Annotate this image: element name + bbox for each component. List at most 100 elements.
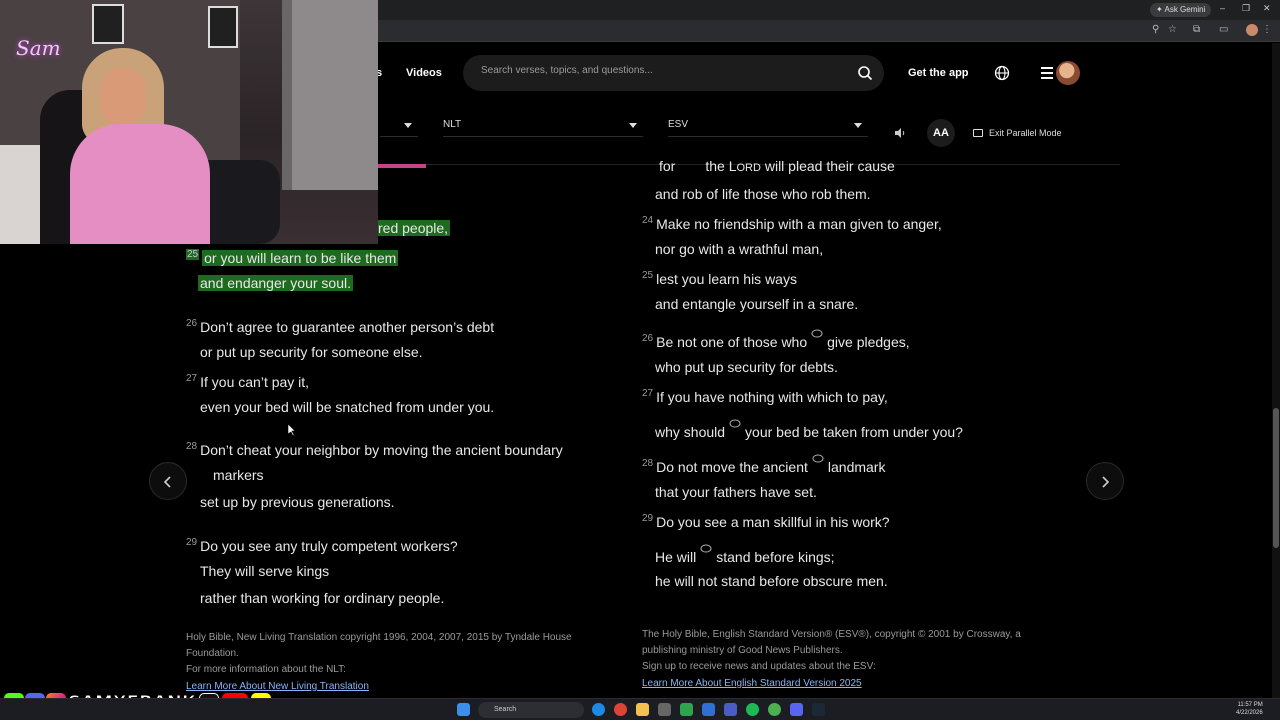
nlt-v28-line1b: markers: [213, 467, 264, 483]
file-explorer-icon[interactable]: [636, 703, 649, 716]
user-avatar[interactable]: [1056, 61, 1080, 85]
minimize-icon[interactable]: –: [1220, 3, 1225, 13]
nlt-v25-line2: and endanger your soul.: [198, 275, 353, 291]
esv-v29-line3: he will not stand before obscure men.: [655, 573, 888, 589]
get-app-button[interactable]: Get the app: [908, 67, 969, 79]
next-chapter-button[interactable]: [1086, 462, 1124, 500]
hamburger-menu-icon[interactable]: [1041, 67, 1053, 79]
speaker-icon[interactable]: [894, 127, 906, 139]
nlt-learn-more-link[interactable]: Learn More About New Living Translation: [186, 681, 369, 692]
nlt-v26-line1: 26 Don’t agree to guarantee another perso…: [186, 318, 495, 335]
nlt-v28-line1: 28 Don’t cheat your neighbor by moving th…: [186, 441, 563, 458]
clock-date: 4/22/2026: [1236, 710, 1263, 716]
translation-select-right[interactable]: ESV: [668, 119, 868, 137]
edge-icon[interactable]: [592, 703, 605, 716]
windows-taskbar: Search 11:57 PM 4/22/2026: [0, 698, 1280, 720]
translation-left-label: NLT: [443, 119, 462, 130]
cam-hoodie: [70, 124, 210, 244]
nlt-v29-line1: 29 Do you see any truly competent workers…: [186, 537, 458, 554]
esv-v29-line2: He will stand before kings;: [655, 544, 835, 567]
menu-kebab-icon[interactable]: ⋮: [1262, 24, 1272, 35]
esv-learn-more-link[interactable]: Learn More About English Standard Versio…: [642, 678, 862, 689]
app-icon[interactable]: [724, 703, 737, 716]
ask-gemini-label: Ask Gemini: [1164, 5, 1206, 14]
chevron-down-icon: [404, 123, 412, 128]
spotify-icon[interactable]: [746, 703, 759, 716]
sidepanel-icon[interactable]: ▭: [1219, 24, 1228, 35]
esv-v23-line1: for the LORD will plead their cause: [659, 158, 895, 174]
previous-chapter-button[interactable]: [149, 462, 187, 500]
clock-time: 11:57 PM: [1237, 702, 1263, 708]
bookmark-star-icon[interactable]: ☆: [1168, 24, 1177, 35]
windows-start-icon[interactable]: [457, 703, 470, 716]
translation-right-label: ESV: [668, 119, 689, 130]
esv-v25-line1: 25 lest you learn his ways: [642, 270, 797, 287]
esv-v27-line1: 27 If you have nothing with which to pay,: [642, 388, 888, 405]
esv-v26-line1: 26 Be not one of those who give pledges,: [642, 329, 910, 352]
footnote-icon[interactable]: [812, 454, 824, 464]
cam-poster: [208, 6, 238, 48]
nlt-v29-line2: They will serve kings: [200, 563, 330, 579]
esv-v24-line2: nor go with a wrathful man,: [655, 241, 824, 257]
exit-parallel-button[interactable]: Exit Parallel Mode: [973, 128, 1062, 138]
translation-select-left[interactable]: NLT: [443, 119, 643, 137]
esv-v27-line2: why should your bed be taken from under y…: [655, 419, 963, 442]
nlt-v26-line2: or put up security for someone else.: [200, 344, 423, 360]
chrome-profile-icon[interactable]: [768, 703, 781, 716]
search-input[interactable]: [481, 65, 841, 76]
esv-v26-line2: who put up security for debts.: [655, 359, 838, 375]
app-icon[interactable]: [680, 703, 693, 716]
cam-face: [100, 68, 146, 126]
text-size-button[interactable]: AA: [927, 119, 955, 147]
chrome-icon[interactable]: [614, 703, 627, 716]
esv-v23-line2: and rob of life those who rob them.: [655, 186, 871, 202]
progress-accent: [370, 164, 426, 168]
nlt-v29-line3: rather than working for ordinary people.: [200, 590, 445, 606]
cam-door: [292, 0, 378, 190]
globe-icon[interactable]: [994, 65, 1010, 81]
nav-videos[interactable]: Videos: [406, 67, 442, 79]
chevron-right-icon: [1102, 476, 1110, 488]
nlt-v27-line2: even your bed will be snatched from unde…: [200, 399, 495, 415]
app-icon[interactable]: [658, 703, 671, 716]
search-icon[interactable]: [857, 65, 873, 81]
cam-neon-name: Sam: [16, 36, 61, 60]
exit-parallel-label: Exit Parallel Mode: [989, 128, 1062, 138]
page-scrollbar[interactable]: [1272, 43, 1280, 700]
webcam-overlay: Sam: [0, 0, 378, 244]
chevron-down-icon: [629, 123, 637, 128]
close-icon[interactable]: ✕: [1263, 3, 1271, 14]
parallel-icon: [973, 129, 983, 137]
footnote-icon[interactable]: [811, 329, 823, 339]
nlt-v27-line1: 27 If you can’t pay it,: [186, 373, 310, 390]
taskbar-clock[interactable]: 11:57 PM 4/22/2026: [1236, 701, 1263, 717]
esv-v28-line1: 28 Do not move the ancient landmark: [642, 454, 885, 477]
zoom-icon[interactable]: ⚲: [1152, 24, 1159, 35]
profile-avatar[interactable]: [1246, 24, 1258, 36]
taskbar-search[interactable]: Search: [478, 702, 584, 718]
esv-v25-line2: and entangle yourself in a snare.: [655, 296, 859, 312]
chevron-left-icon: [163, 476, 171, 488]
scrollbar-thumb[interactable]: [1273, 408, 1279, 548]
restore-icon[interactable]: ❐: [1242, 3, 1250, 14]
extensions-icon[interactable]: ⧉: [1193, 24, 1200, 35]
book-select-partial[interactable]: [380, 119, 418, 137]
steam-icon[interactable]: [812, 703, 825, 716]
ask-gemini-button[interactable]: ✦ Ask Gemini: [1150, 3, 1212, 17]
esv-v29-line1: 29 Do you see a man skillful in his work?: [642, 513, 890, 530]
chevron-down-icon: [854, 123, 862, 128]
footnote-icon[interactable]: [700, 544, 712, 554]
cam-poster: [92, 4, 124, 44]
app-icon[interactable]: [702, 703, 715, 716]
search-bar: [463, 55, 884, 91]
discord-taskbar-icon[interactable]: [790, 703, 803, 716]
nlt-v25-line1: 25 or you will learn to be like them: [186, 249, 399, 266]
nlt-v28-line2: set up by previous generations.: [200, 494, 395, 510]
nlt-copyright: Holy Bible, New Living Translation copyr…: [186, 632, 572, 675]
nlt-v24-tail: red people,: [376, 220, 451, 236]
esv-v28-line2: that your fathers have set.: [655, 484, 817, 500]
cam-doorframe: [282, 0, 292, 190]
footnote-icon[interactable]: [729, 419, 741, 429]
taskbar-search-label: Search: [494, 706, 517, 713]
esv-v24-line1: 24 Make no friendship with a man given to…: [642, 215, 942, 232]
